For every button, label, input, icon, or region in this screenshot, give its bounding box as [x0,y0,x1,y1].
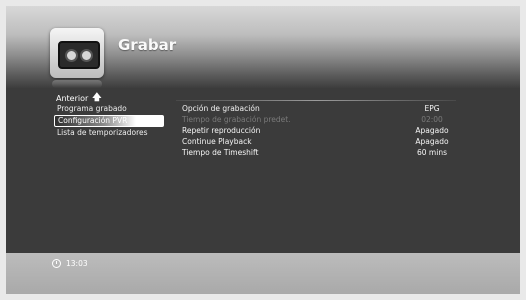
setting-row-tiempo-grabacion: Tiempo de grabación predet. 02:00 [182,114,462,125]
setting-value: EPG [424,104,440,113]
icon-reflection [52,80,102,88]
setting-label: Tiempo de grabación predet. [182,115,291,124]
settings-list: Opción de grabación EPG Tiempo de grabac… [182,103,462,158]
menu-item-lista-temporizadores[interactable]: Lista de temporizadores [54,127,164,139]
menu-item-configuracion-pvr[interactable]: Configuración PVR [54,115,164,127]
setting-value: Apagado [415,137,449,146]
setting-value: Apagado [415,126,449,135]
setting-row-opcion-grabacion[interactable]: Opción de grabación EPG [182,103,462,114]
setting-value: 02:00 [421,115,443,124]
setting-label: Continue Playback [182,137,252,146]
menu-item-programa-grabado[interactable]: Programa grabado [54,103,164,115]
settings-divider [176,100,456,101]
clock: 13:03 [52,259,88,268]
setting-value: 60 mins [417,148,447,157]
side-menu: Programa grabado Configuración PVR Lista… [54,103,164,139]
setting-label: Opción de grabación [182,104,260,113]
setting-label: Repetir reproducción [182,126,261,135]
setting-row-tiempo-timeshift[interactable]: Tiempo de Timeshift 60 mins [182,147,462,158]
menu-item-label: Configuración PVR [58,116,128,125]
alarm-clock-icon [52,259,61,268]
tv-screen: Grabar Anterior 🡅 Programa grabado Confi… [6,6,520,294]
menu-item-label: Programa grabado [57,104,127,113]
setting-label: Tiempo de Timeshift [182,148,259,157]
page-title: Grabar [118,36,177,54]
menu-item-label: Lista de temporizadores [57,128,148,137]
setting-row-repetir-reproduccion[interactable]: Repetir reproducción Apagado [182,125,462,136]
recorder-tape-icon [50,28,104,78]
clock-time: 13:03 [66,259,88,268]
back-label: Anterior [56,93,89,103]
setting-row-continue-playback[interactable]: Continue Playback Apagado [182,136,462,147]
